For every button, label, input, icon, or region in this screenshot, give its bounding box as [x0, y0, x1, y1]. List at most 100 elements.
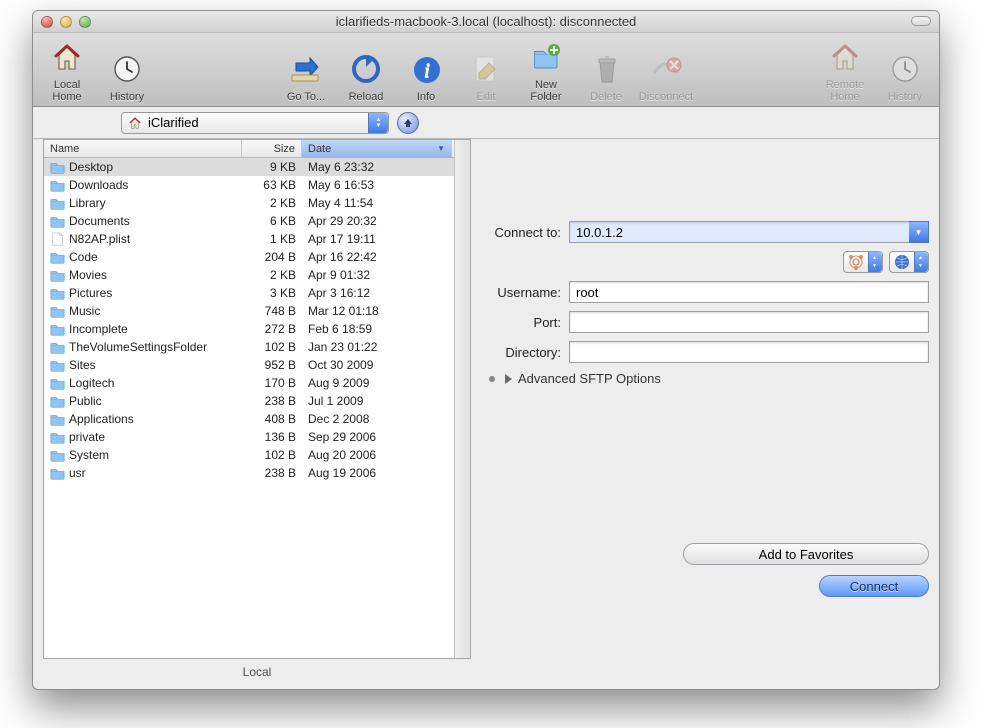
file-name: Library	[69, 196, 106, 210]
col-size[interactable]: Size	[242, 140, 302, 157]
file-name: Sites	[69, 358, 96, 372]
file-date: Apr 16 22:42	[302, 250, 470, 264]
reload-button[interactable]: Reload	[338, 49, 394, 103]
file-date: Aug 19 2006	[302, 466, 470, 480]
table-row[interactable]: Applications408 BDec 2 2008	[44, 410, 470, 428]
table-row[interactable]: Incomplete272 BFeb 6 18:59	[44, 320, 470, 338]
file-size: 9 KB	[242, 160, 302, 174]
delete-button[interactable]: Delete	[578, 49, 634, 103]
chevron-down-icon[interactable]	[909, 221, 929, 243]
file-size: 136 B	[242, 430, 302, 444]
file-name: N82AP.plist	[69, 232, 130, 246]
folder-icon	[50, 340, 65, 355]
folder-icon	[50, 322, 65, 337]
dot-icon	[489, 376, 495, 382]
file-name: Code	[69, 250, 98, 264]
file-icon	[50, 232, 65, 247]
col-name[interactable]: Name	[44, 140, 242, 157]
file-name: usr	[69, 466, 86, 480]
file-size: 204 B	[242, 250, 302, 264]
table-row[interactable]: Public238 BJul 1 2009	[44, 392, 470, 410]
table-row[interactable]: Downloads63 KBMay 6 16:53	[44, 176, 470, 194]
advanced-disclosure[interactable]: Advanced SFTP Options	[489, 371, 929, 386]
info-button[interactable]: Info	[398, 49, 454, 103]
new-folder-button[interactable]: New Folder	[518, 37, 574, 103]
folder-icon	[50, 430, 65, 445]
table-row[interactable]: N82AP.plist 1 KBApr 17 19:11	[44, 230, 470, 248]
table-row[interactable]: System102 BAug 20 2006	[44, 446, 470, 464]
edit-icon	[470, 53, 502, 85]
app-window: iclarifieds-macbook-3.local (localhost):…	[32, 10, 940, 690]
file-date: Apr 17 19:11	[302, 232, 470, 246]
port-field[interactable]	[569, 311, 929, 333]
file-date: Feb 6 18:59	[302, 322, 470, 336]
file-size: 63 KB	[242, 178, 302, 192]
home-icon	[128, 116, 142, 130]
clock-icon	[111, 53, 143, 85]
table-row[interactable]: Pictures3 KBApr 3 16:12	[44, 284, 470, 302]
go-up-button[interactable]	[397, 112, 419, 134]
protocol-popup[interactable]	[889, 251, 929, 273]
table-row[interactable]: Logitech170 BAug 9 2009	[44, 374, 470, 392]
file-date: May 4 11:54	[302, 196, 470, 210]
table-row[interactable]: Music748 BMar 12 01:18	[44, 302, 470, 320]
table-row[interactable]: Movies2 KBApr 9 01:32	[44, 266, 470, 284]
file-table: Name Size Date Desktop9 KBMay 6 23:32 Dow…	[43, 139, 471, 659]
remote-home-button[interactable]: Remote Home	[817, 37, 873, 103]
add-to-favorites-button[interactable]: Add to Favorites	[683, 543, 929, 565]
local-history-button[interactable]: History	[99, 49, 155, 103]
clock-icon	[889, 53, 921, 85]
file-date: Aug 9 2009	[302, 376, 470, 390]
triangle-right-icon	[505, 374, 512, 384]
local-home-button[interactable]: Local Home	[39, 37, 95, 103]
table-row[interactable]: Desktop9 KBMay 6 23:32	[44, 158, 470, 176]
home-icon	[829, 41, 861, 73]
file-name: Downloads	[69, 178, 128, 192]
table-row[interactable]: Documents6 KBApr 29 20:32	[44, 212, 470, 230]
goto-button[interactable]: Go To...	[278, 49, 334, 103]
new-folder-icon	[530, 41, 562, 73]
trash-icon	[591, 54, 621, 84]
table-row[interactable]: usr 238 BAug 19 2006	[44, 464, 470, 482]
file-size: 6 KB	[242, 214, 302, 228]
col-date[interactable]: Date	[302, 140, 452, 157]
connect-to-field[interactable]	[569, 221, 929, 243]
disconnect-button[interactable]: Disconnect	[638, 49, 694, 103]
goto-icon	[290, 53, 322, 85]
file-size: 1 KB	[242, 232, 302, 246]
toolbar-toggle-button[interactable]	[911, 16, 931, 26]
folder-icon	[50, 178, 65, 193]
file-date: Oct 30 2009	[302, 358, 470, 372]
path-popup[interactable]: iClarified	[121, 112, 389, 134]
globe-icon	[894, 254, 910, 270]
file-size: 952 B	[242, 358, 302, 372]
file-size: 272 B	[242, 322, 302, 336]
file-date: Apr 9 01:32	[302, 268, 470, 282]
table-row[interactable]: Code 204 BApr 16 22:42	[44, 248, 470, 266]
folder-icon	[50, 412, 65, 427]
file-size: 2 KB	[242, 196, 302, 210]
folder-icon	[50, 466, 65, 481]
directory-field[interactable]	[569, 341, 929, 363]
table-row[interactable]: private136 BSep 29 2006	[44, 428, 470, 446]
edit-button[interactable]: Edit	[458, 49, 514, 103]
table-header: Name Size Date	[44, 140, 470, 158]
file-name: Pictures	[69, 286, 112, 300]
bonjour-popup[interactable]	[843, 251, 883, 273]
scrollbar[interactable]	[454, 140, 470, 658]
remote-history-button[interactable]: History	[877, 49, 933, 103]
table-row[interactable]: Library 2 KBMay 4 11:54	[44, 194, 470, 212]
file-date: Apr 29 20:32	[302, 214, 470, 228]
file-size: 238 B	[242, 466, 302, 480]
directory-label: Directory:	[485, 345, 569, 360]
connect-to-combobox[interactable]	[569, 221, 929, 243]
reload-icon	[350, 53, 382, 85]
table-row[interactable]: Sites 952 BOct 30 2009	[44, 356, 470, 374]
username-field[interactable]	[569, 281, 929, 303]
titlebar: iclarifieds-macbook-3.local (localhost):…	[33, 11, 939, 33]
table-row[interactable]: TheVolumeSettingsFolder102 BJan 23 01:22	[44, 338, 470, 356]
advanced-label: Advanced SFTP Options	[518, 371, 661, 386]
connect-button[interactable]: Connect	[819, 575, 929, 597]
file-size: 3 KB	[242, 286, 302, 300]
file-date: Aug 20 2006	[302, 448, 470, 462]
